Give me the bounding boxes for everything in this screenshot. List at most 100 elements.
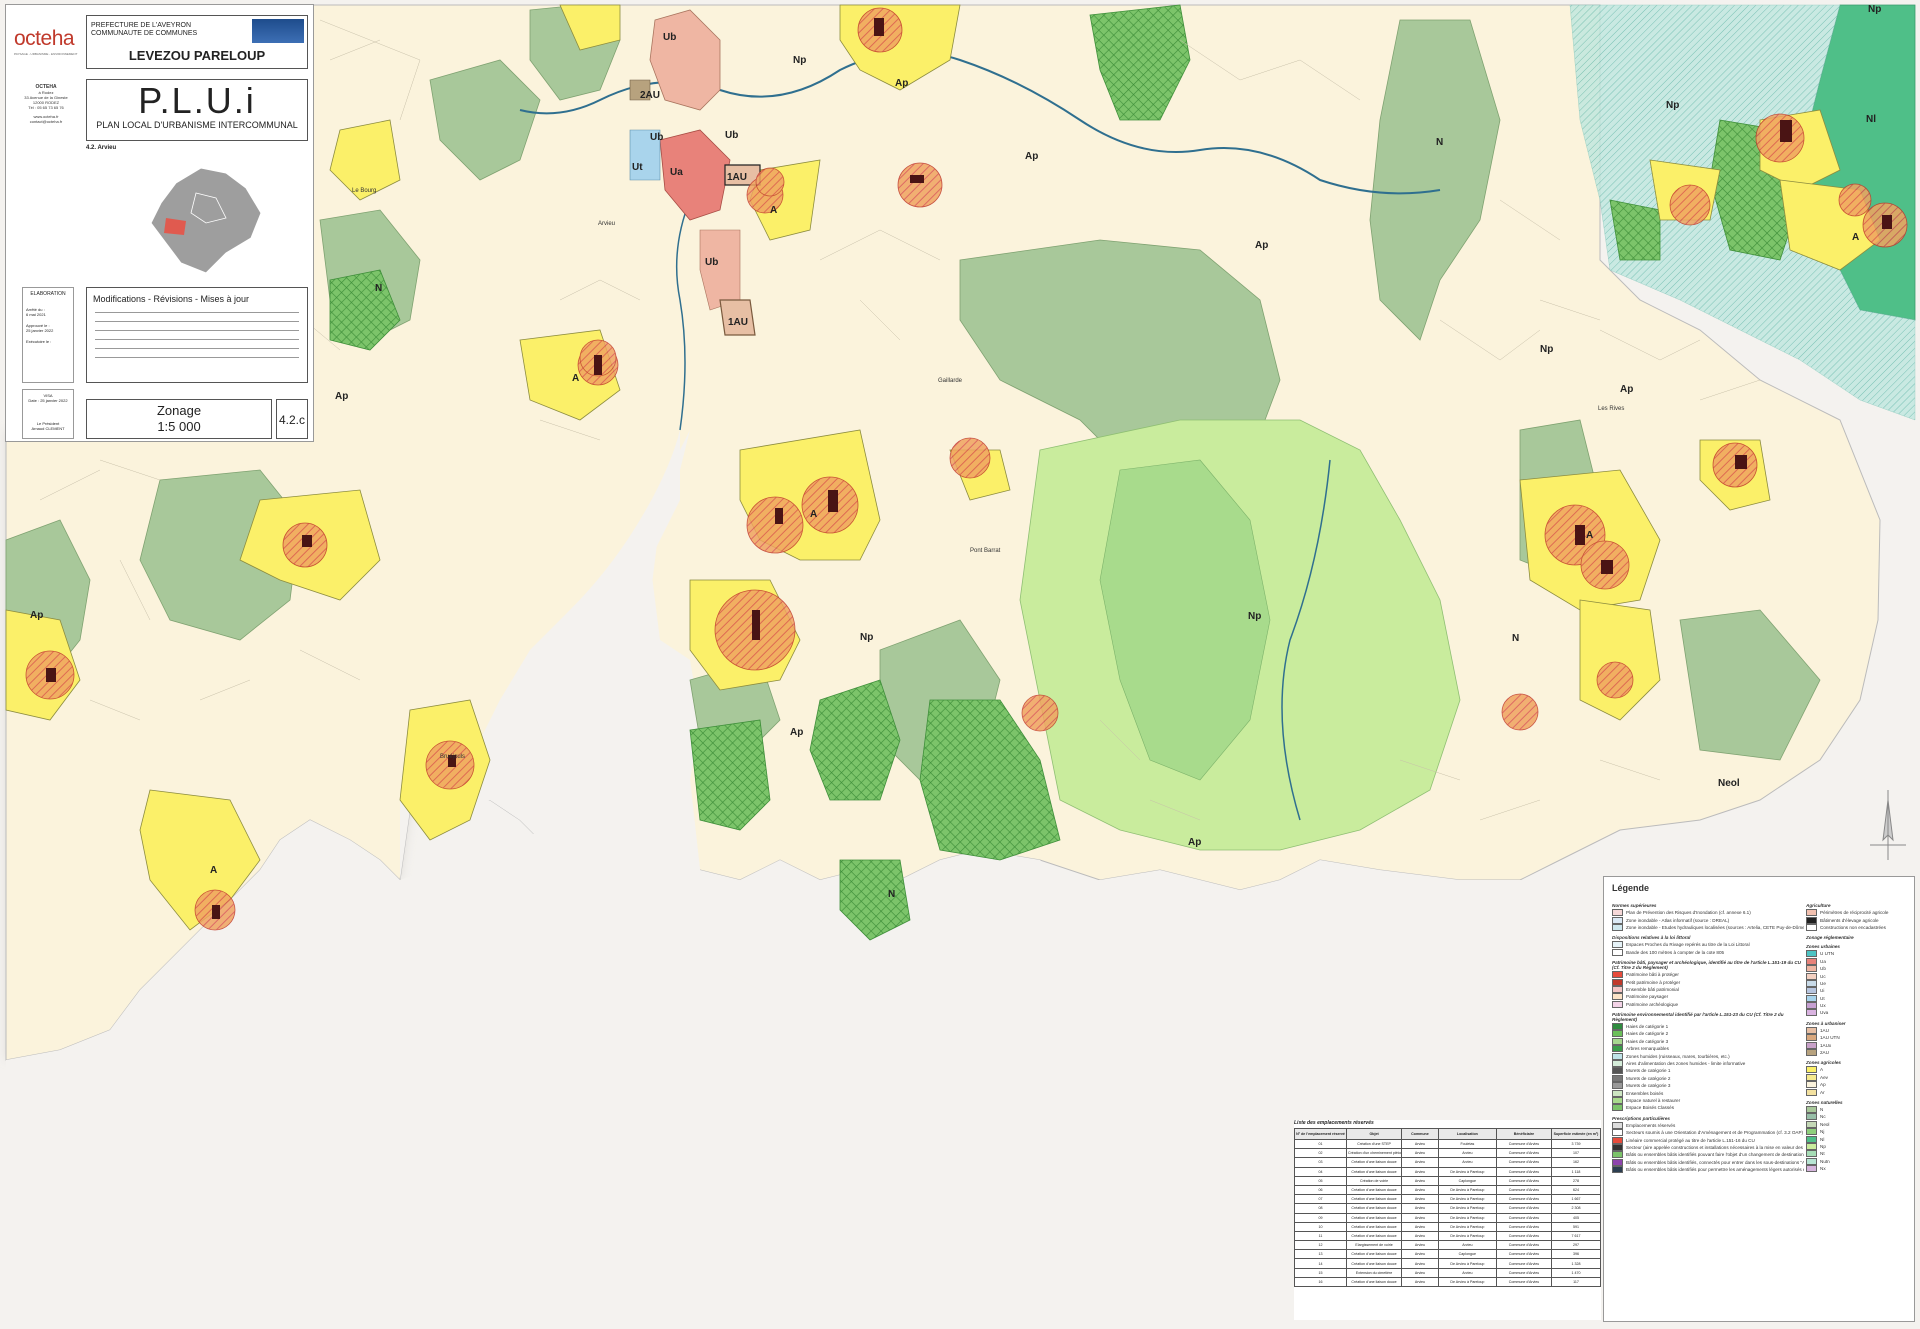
legend-item: Nt xyxy=(1806,1150,1910,1158)
table-cell: 591 xyxy=(1551,1221,1601,1232)
legend-label: U UTN xyxy=(1820,951,1835,957)
legend-title: Légende xyxy=(1612,883,1650,893)
table-row: 07 Création d'une liaison douce Arvieu De A… xyxy=(1293,1194,1601,1205)
table-cell: De Arvieu à Pareloup xyxy=(1437,1221,1497,1232)
table-row: 02 Création d'un cheminement piéton Arvieu… xyxy=(1293,1148,1601,1159)
table-cell: Caplongue xyxy=(1437,1249,1497,1260)
legend-label: Zones humides (ruisseaux, mares, tourbiè… xyxy=(1626,1053,1730,1059)
zone-label: A xyxy=(770,205,777,216)
legend-item: A xyxy=(1806,1066,1910,1074)
table-cell: Arvieu xyxy=(1401,1203,1439,1214)
table-cell: 09 xyxy=(1293,1212,1348,1223)
legend-swatch xyxy=(1806,979,1817,987)
legend-label: Np xyxy=(1820,1143,1826,1149)
table-cell: 02 xyxy=(1293,1148,1348,1159)
legend-label: Zone inondable - Atlas informatif (sourc… xyxy=(1626,917,1730,923)
plan-subtitle: PLAN LOCAL D'URBANISME INTERCOMMUNAL xyxy=(96,120,298,130)
table-cell: Arvieu xyxy=(1401,1148,1439,1159)
table-cell: 08 xyxy=(1293,1203,1348,1214)
place-label: Arvieu xyxy=(598,221,615,227)
table-cell: 624 xyxy=(1551,1184,1601,1196)
legend-swatch xyxy=(1806,1049,1817,1057)
table-row: 04 Création d'une liaison douce Arvieu De A… xyxy=(1293,1166,1601,1177)
table-cell: Arvieu xyxy=(1401,1258,1439,1269)
zone-label: Ap xyxy=(1025,151,1038,162)
legend-label: Neol xyxy=(1820,1121,1830,1127)
column-header: Objet xyxy=(1346,1128,1403,1140)
legend-item: Patrimoine paysager xyxy=(1612,993,1804,1001)
zone-label: Ap xyxy=(895,78,908,89)
table-cell: Arvieu xyxy=(1401,1194,1439,1205)
table-cell: 13 xyxy=(1293,1249,1348,1260)
table-cell: Création d'une liaison douce xyxy=(1346,1157,1403,1168)
legend-label: Ux xyxy=(1820,1003,1826,1009)
table-cell: De Arvieu à Pareloup xyxy=(1437,1194,1497,1205)
zone-label: Ap xyxy=(1620,384,1633,395)
place-label: Gaillarde xyxy=(938,378,963,384)
title-block: octeha PAYSAGE - URBANISME - ENVIRONNEME… xyxy=(5,4,314,442)
legend-item: Bâtis ou ensembles bâtis identifiés pour… xyxy=(1612,1166,1804,1174)
prefecture-line: PREFECTURE DE L'AVEYRON xyxy=(91,22,192,29)
legend-label: Bâtis ou ensembles bâtis identifiés pouv… xyxy=(1626,1152,1804,1158)
legend-swatch xyxy=(1806,1113,1817,1121)
zone-label: Ap xyxy=(30,610,43,621)
legend-swatch xyxy=(1612,1045,1623,1053)
column-header: Commune xyxy=(1401,1128,1439,1140)
table-cell: 16 xyxy=(1293,1276,1348,1288)
table-cell: 03 xyxy=(1293,1157,1348,1168)
table-cell: 396 xyxy=(1551,1249,1601,1260)
legend-item: Nc xyxy=(1806,1113,1910,1121)
legend-label: Bande des 100 mètres à compter de la cot… xyxy=(1626,949,1725,955)
legend-swatch xyxy=(1806,1081,1817,1089)
legend-label: Ue xyxy=(1820,980,1826,986)
table-cell: Fouletas xyxy=(1437,1138,1497,1150)
table-cell: Commune d'Arvieu xyxy=(1495,1203,1553,1214)
table-cell: Commune d'Arvieu xyxy=(1495,1166,1553,1177)
table-row: 15 Extension du cimetière Arvieu Arvieu Comm… xyxy=(1293,1267,1601,1278)
zone-label: 2AU xyxy=(640,90,660,101)
legend-section-title: Zonage réglementaire xyxy=(1806,935,1854,941)
legend-label: Ensembles boisés xyxy=(1626,1090,1664,1096)
legend-label: Linéaire commercial protégé au titre de … xyxy=(1626,1137,1755,1143)
table-cell: Commune d'Arvieu xyxy=(1495,1194,1553,1205)
zone-label: A xyxy=(210,865,217,876)
community-logo-icon xyxy=(252,19,304,43)
zone-label: Neol xyxy=(1718,778,1740,789)
plan-title-box: P.L.U.i PLAN LOCAL D'URBANISME INTERCOMM… xyxy=(86,79,308,141)
legend-item: Ap xyxy=(1806,1081,1910,1089)
legend-item: Ub xyxy=(1806,965,1910,973)
legend-item: 1AU UTN xyxy=(1806,1034,1910,1042)
legend-item: Emplacements réservés xyxy=(1612,1121,1804,1129)
table-cell: Arvieu xyxy=(1401,1175,1439,1186)
table-cell: 2 308 xyxy=(1551,1203,1601,1214)
table-cell: 01 xyxy=(1293,1138,1348,1150)
zone-label: 1AU xyxy=(728,317,748,328)
table-cell: Arvieu xyxy=(1437,1267,1497,1278)
legend-item: Nutn xyxy=(1806,1157,1910,1165)
table-cell: Commune d'Arvieu xyxy=(1495,1240,1553,1251)
zone-label: Ut xyxy=(632,162,643,173)
table-cell: 12 xyxy=(1293,1240,1348,1251)
zone-label: Ua xyxy=(670,167,683,178)
table-cell: Création d'un cheminement piéton xyxy=(1346,1148,1403,1159)
legend-label: Murets de catégorie 3 xyxy=(1626,1083,1671,1089)
table-cell: Arvieu xyxy=(1401,1249,1439,1260)
legend-item: Espace naturel à restaurer xyxy=(1612,1097,1804,1104)
legend-swatch xyxy=(1612,1074,1623,1082)
table-row: 06 Création d'une liaison douce Arvieu De A… xyxy=(1293,1184,1601,1196)
zone-label: Ap xyxy=(790,727,803,738)
legend-item: Bande des 100 mètres à compter de la cot… xyxy=(1612,948,1804,956)
legend-swatch xyxy=(1612,923,1623,931)
table-cell: 07 xyxy=(1293,1194,1348,1205)
legend-item: Nx xyxy=(1806,1165,1910,1173)
table-row: 10 Création d'une liaison douce Arvieu De A… xyxy=(1293,1221,1601,1232)
legend-item: Secteurs soumis à une Orientation d'Amén… xyxy=(1612,1129,1804,1137)
zone-label: Np xyxy=(1540,344,1553,355)
legend-swatch xyxy=(1806,909,1817,917)
legend-label: Périmètres de réciprocité agricole xyxy=(1820,910,1889,916)
table-cell: De Arvieu à Pareloup xyxy=(1437,1276,1497,1288)
legend-label: Nt xyxy=(1820,1151,1825,1157)
legend-swatch xyxy=(1806,957,1817,965)
legend-label: Bâtis ou ensembles bâtis identifiés pour… xyxy=(1626,1167,1804,1173)
legend-label: 2AU xyxy=(1820,1050,1829,1056)
